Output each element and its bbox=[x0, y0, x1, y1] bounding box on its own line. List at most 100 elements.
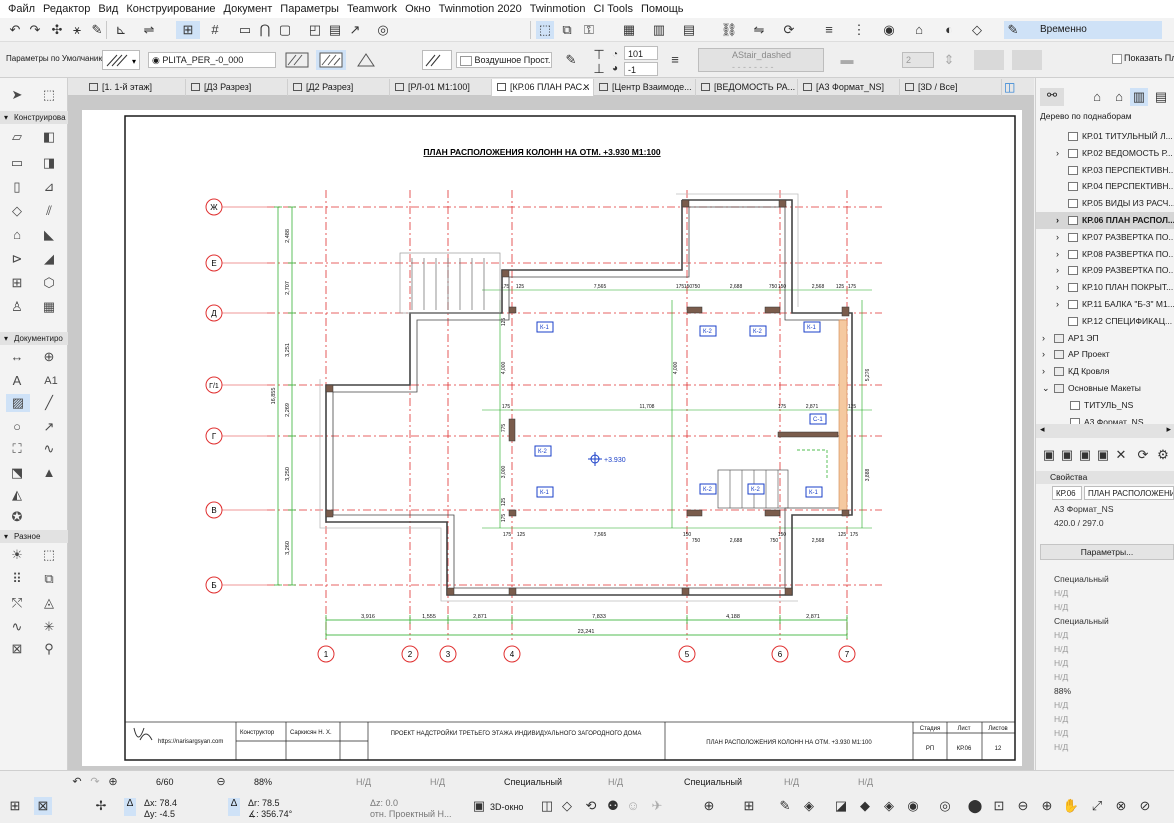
layout-id-field[interactable]: КР.06 bbox=[1052, 486, 1082, 500]
menu-item-5[interactable]: Параметры bbox=[276, 3, 343, 15]
layout3-icon[interactable]: ▤ bbox=[680, 21, 698, 39]
layout2-icon[interactable]: ▥ bbox=[650, 21, 668, 39]
properties-header[interactable]: Свойства bbox=[1036, 471, 1174, 484]
interior-tool-icon[interactable]: ⤲ bbox=[8, 594, 26, 612]
navigator-item[interactable]: КР.03 ПЕРСПЕКТИВН... bbox=[1036, 162, 1174, 179]
reference-level[interactable]: отн. Проектный Н... bbox=[370, 807, 452, 821]
navigator-item[interactable]: › КР.06 ПЛАН РАСПОЛ... bbox=[1036, 212, 1174, 229]
delete-icon[interactable]: ✕ bbox=[1112, 446, 1130, 464]
grid-snap-icon[interactable]: ⊞ bbox=[176, 21, 200, 39]
temp-ungroup-button[interactable]: Временно Разгруппировать bbox=[1022, 21, 1162, 53]
arrow-tool-icon[interactable]: ➤ bbox=[8, 86, 26, 104]
fill-pattern-picker[interactable]: ▾ bbox=[102, 50, 140, 70]
grid-icon[interactable]: # bbox=[206, 21, 224, 39]
menu-item-3[interactable]: Конструирование bbox=[122, 3, 219, 15]
hotspot-tool-icon[interactable]: ⬔ bbox=[8, 464, 26, 482]
tab-kr06[interactable]: [КР.06 ПЛАН РАС... ✕ bbox=[492, 79, 594, 96]
magic-wand-icon[interactable]: ⚹ bbox=[68, 21, 86, 39]
offset-color-icon[interactable]: ◕ bbox=[606, 60, 624, 78]
pen-number-field[interactable]: 101 bbox=[624, 46, 658, 60]
project-map-icon[interactable]: ⌂ bbox=[1088, 88, 1106, 106]
status-nd-1[interactable]: Н/Д bbox=[356, 775, 371, 789]
menu-item-6[interactable]: Teamwork bbox=[343, 3, 401, 15]
navigator-item[interactable]: КР.04 ПЕРСПЕКТИВН... bbox=[1036, 178, 1174, 195]
layer-field[interactable]: ◉ PLITA_PER_-0_000 bbox=[148, 52, 276, 68]
layout-book-icon[interactable]: ▥ bbox=[1130, 88, 1148, 106]
pointer-icon[interactable]: ✣ bbox=[48, 21, 66, 39]
navigator-item[interactable]: ⌄ Основные Макеты bbox=[1036, 380, 1174, 397]
menu-item-4[interactable]: Документ bbox=[220, 3, 277, 15]
prop-special-2[interactable]: Специальный bbox=[1036, 614, 1174, 628]
label-tool-icon[interactable]: A1 bbox=[38, 372, 64, 390]
undo-view-icon[interactable]: ↶ bbox=[68, 773, 86, 791]
lock-icon[interactable]: ⚿ bbox=[580, 21, 598, 39]
menu-item-9[interactable]: Twinmotion bbox=[526, 3, 590, 15]
expand-icon[interactable]: › bbox=[1056, 296, 1059, 313]
prop-nd-5[interactable]: Н/Д bbox=[1036, 656, 1174, 670]
navigator-item[interactable]: › КР.07 РАЗВЕРТКА ПО... bbox=[1036, 229, 1174, 246]
zoom-level[interactable]: 88% bbox=[254, 775, 272, 789]
window-tool-icon[interactable]: ◨ bbox=[40, 154, 58, 172]
dimension-style-icon[interactable]: ◉ bbox=[904, 797, 922, 815]
prop-nd-2[interactable]: Н/Д bbox=[1036, 600, 1174, 614]
drawing-tool-icon[interactable]: ◭ bbox=[8, 486, 26, 504]
tab-schedule[interactable]: [ВЕДОМОСТЬ РА... bbox=[696, 79, 798, 96]
new-subset-icon[interactable]: ▣ bbox=[1058, 446, 1076, 464]
shell-tool-icon[interactable]: ◣ bbox=[40, 226, 58, 244]
align-right-icon[interactable] bbox=[1012, 50, 1042, 70]
morph-tool-icon[interactable]: ⬡ bbox=[40, 274, 58, 292]
menu-item-7[interactable]: Окно bbox=[401, 3, 435, 15]
pen-num-field[interactable]: 2 bbox=[902, 52, 934, 68]
close-tab-icon[interactable]: ✕ bbox=[582, 79, 590, 95]
drawing-canvas[interactable]: ПЛАН РАСПОЛОЖЕНИЯ КОЛОНН НА ОТМ. +3.930 … bbox=[68, 96, 1034, 770]
tab-center[interactable]: [Центр Взаимоде... bbox=[594, 79, 696, 96]
fill-3d-icon[interactable] bbox=[354, 50, 378, 70]
offset-field[interactable]: -1 bbox=[624, 62, 658, 76]
arc-tool-icon[interactable]: ↗ bbox=[40, 418, 58, 436]
air-space-field[interactable]: Воздушное Прост... bbox=[456, 52, 552, 68]
status-nd-5[interactable]: Н/Д bbox=[858, 775, 873, 789]
expand-icon[interactable]: › bbox=[1056, 229, 1059, 246]
new-master-icon[interactable]: ▣ bbox=[1076, 446, 1094, 464]
expand-icon[interactable]: ⌄ bbox=[1042, 380, 1050, 397]
new-layout-icon[interactable]: ▣ bbox=[1040, 446, 1058, 464]
ruler-icon[interactable]: ▤ bbox=[326, 21, 344, 39]
pan-icon[interactable]: ✋ bbox=[1062, 797, 1080, 815]
publisher-icon[interactable]: ▤ bbox=[1152, 88, 1170, 106]
magnet-icon[interactable]: ⋂ bbox=[256, 21, 274, 39]
fit-window-icon[interactable]: ⊡ bbox=[990, 797, 1008, 815]
pen-set-icon[interactable]: ✎ bbox=[776, 797, 794, 815]
prop-nd-3[interactable]: Н/Д bbox=[1036, 628, 1174, 642]
navigator-item[interactable]: › КР.09 РАЗВЕРТКА ПО... bbox=[1036, 262, 1174, 279]
render-icon[interactable]: ◎ bbox=[374, 21, 392, 39]
expand-icon[interactable]: › bbox=[1056, 246, 1059, 263]
zoom-in-2-icon[interactable]: ⊕ bbox=[1038, 797, 1056, 815]
cube-icon[interactable]: ◇ bbox=[968, 21, 986, 39]
menu-item-0[interactable]: Файл bbox=[4, 3, 39, 15]
cube-view-icon[interactable]: ◇ bbox=[558, 797, 576, 815]
circle-tool-icon[interactable]: ○ bbox=[8, 418, 26, 436]
polar-delta-icon[interactable]: Δ bbox=[228, 798, 240, 816]
zoom-out-icon[interactable]: ⊖ bbox=[1014, 797, 1032, 815]
sun-tool-icon[interactable]: ✳ bbox=[40, 618, 58, 636]
navigator-item[interactable]: КР.01 ТИТУЛЬНЫЙ Л... bbox=[1036, 128, 1174, 145]
detail-tool-icon[interactable]: ⊠ bbox=[8, 640, 26, 658]
fit-icon[interactable]: ⤢ bbox=[1088, 797, 1106, 815]
show-plan-checkbox[interactable] bbox=[1112, 54, 1122, 64]
navigator-item[interactable]: › КР.11 БАЛКА "Б-3" М1... bbox=[1036, 296, 1174, 313]
marquee-tool-icon[interactable]: ⬚ bbox=[40, 86, 58, 104]
navigator-item[interactable]: › КД Кровля bbox=[1036, 363, 1174, 380]
3d-window-label[interactable]: 3D-окно bbox=[490, 800, 523, 814]
refresh-icon[interactable]: ⟳ bbox=[1134, 446, 1152, 464]
elevation-tool-icon[interactable]: ⧉ bbox=[40, 570, 58, 588]
layout-name-field[interactable]: ПЛАН РАСПОЛОЖЕНИЯ... bbox=[1084, 486, 1174, 500]
spline-tool-icon[interactable]: ∿ bbox=[40, 440, 58, 458]
align-left-icon[interactable] bbox=[974, 50, 1004, 70]
renovation-icon[interactable]: ◪ bbox=[832, 797, 850, 815]
offset-icon[interactable]: ⋮ bbox=[850, 21, 868, 39]
stack-icon[interactable]: ≡ bbox=[820, 21, 838, 39]
menu-item-2[interactable]: Вид bbox=[94, 3, 122, 15]
figure-tool-icon[interactable]: ▲ bbox=[40, 464, 58, 482]
section-view-icon[interactable]: ◫ bbox=[538, 797, 556, 815]
level-dim-icon[interactable]: ⊕ bbox=[40, 348, 58, 366]
